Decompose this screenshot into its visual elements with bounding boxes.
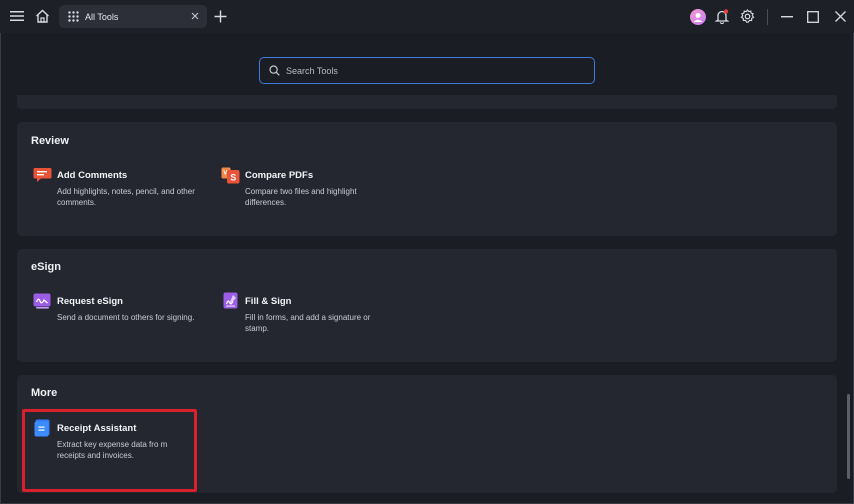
tool-fill-and-sign[interactable]: Fill & Sign Fill in forms, and add a sig…: [221, 292, 391, 334]
scrollbar[interactable]: [847, 394, 850, 479]
tool-compare-pdfs[interactable]: SV Compare PDFs Compare two files and hi…: [221, 166, 391, 208]
review-section: Review Add Comments Add highlights, note…: [17, 122, 837, 236]
esign-section: eSign Request eSign Send a document to o…: [17, 249, 837, 362]
compare-icon: SV: [221, 166, 240, 184]
previous-section-card: [17, 95, 837, 109]
tool-description: Compare two files and highlight differen…: [245, 187, 357, 207]
tool-name: Add Comments: [57, 169, 128, 181]
new-tab-plus-icon[interactable]: [207, 3, 233, 29]
notification-bell-icon[interactable]: [710, 4, 734, 30]
settings-gear-icon[interactable]: [734, 4, 761, 30]
svg-text:V: V: [223, 170, 227, 176]
request-esign-icon: [33, 292, 52, 310]
tool-name: Compare PDFs: [245, 169, 314, 181]
avatar[interactable]: [686, 4, 710, 30]
search-input[interactable]: [286, 65, 576, 76]
comment-icon: [33, 166, 52, 184]
grid-icon: [68, 11, 79, 22]
tool-receipt-assistant[interactable]: Receipt Assistant Extract key expense da…: [33, 419, 203, 461]
search-icon: [269, 65, 280, 76]
tool-request-esign[interactable]: Request eSign Send a document to others …: [33, 292, 203, 324]
tool-description: Add highlights, notes, pencil, and other…: [57, 187, 195, 207]
tool-description: Fill in forms, and add a signature or st…: [245, 313, 371, 333]
divider: [767, 8, 768, 25]
tool-name: Receipt Assistant: [57, 422, 137, 434]
tool-description: Send a document to others for signing.: [57, 313, 195, 322]
tool-name: Fill & Sign: [245, 295, 292, 307]
minimize-icon[interactable]: [774, 4, 800, 30]
tool-add-comments[interactable]: Add Comments Add highlights, notes, penc…: [33, 166, 203, 208]
svg-text:S: S: [230, 172, 236, 182]
title-bar: All Tools: [0, 0, 854, 33]
search-box[interactable]: [259, 57, 595, 84]
receipt-icon: [33, 419, 52, 437]
hamburger-menu-icon[interactable]: [4, 3, 30, 29]
tool-description: Extract key expense data fro m receipts …: [57, 440, 168, 460]
tab-all-tools[interactable]: All Tools: [59, 5, 207, 28]
section-title: eSign: [31, 261, 61, 273]
close-tab-icon[interactable]: [189, 10, 201, 22]
close-window-icon[interactable]: [826, 4, 854, 30]
section-title: Review: [31, 135, 69, 147]
tool-name: Request eSign: [57, 295, 123, 307]
maximize-icon[interactable]: [800, 4, 826, 30]
home-icon[interactable]: [29, 3, 55, 29]
section-title: More: [31, 387, 58, 399]
more-section: More Receipt Assistant Extract key expen…: [17, 375, 837, 493]
fill-sign-icon: [221, 292, 240, 310]
tab-label: All Tools: [85, 11, 119, 22]
